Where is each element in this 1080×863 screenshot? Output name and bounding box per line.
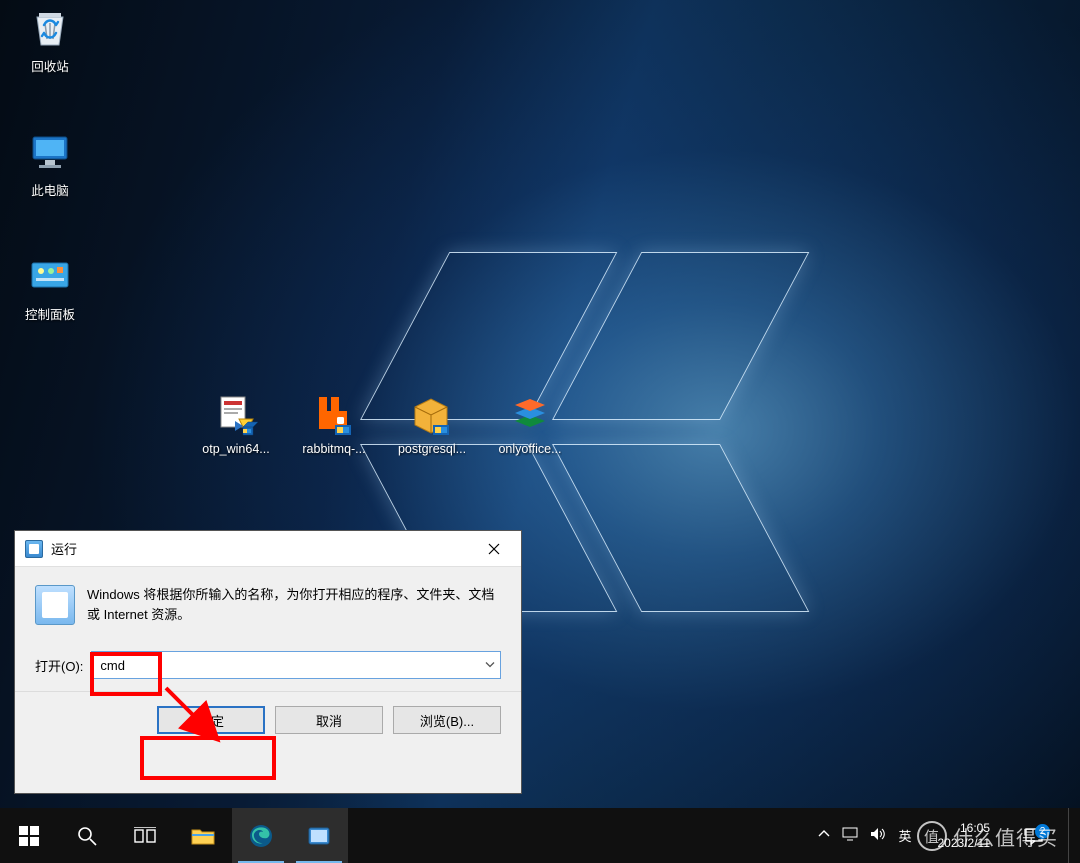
icon-label: postgresql... — [398, 442, 466, 456]
tray-volume-icon[interactable] — [870, 827, 886, 844]
start-button[interactable] — [0, 808, 58, 863]
desktop-icon-onlyoffice[interactable]: onlyoffice... — [484, 390, 576, 456]
icon-label: 此电脑 — [31, 180, 69, 199]
taskbar-app-run[interactable] — [290, 808, 348, 863]
icon-label: 控制面板 — [25, 304, 75, 323]
close-button[interactable] — [471, 534, 517, 564]
taskbar-clock[interactable]: 16:05 2023/2/11 — [928, 821, 1001, 851]
desktop-icon-rabbitmq[interactable]: rabbitmq-... — [288, 390, 380, 456]
cancel-button[interactable]: 取消 — [275, 706, 383, 734]
task-view-button[interactable] — [116, 808, 174, 863]
search-icon — [77, 826, 97, 846]
browse-button[interactable]: 浏览(B)... — [393, 706, 501, 734]
icon-label: otp_win64... — [202, 442, 269, 456]
search-button[interactable] — [58, 808, 116, 863]
installer-box-icon — [408, 390, 456, 438]
taskbar-app-explorer[interactable] — [174, 808, 232, 863]
task-view-icon — [134, 827, 156, 845]
edge-icon — [249, 824, 273, 848]
icon-label: onlyoffice... — [498, 442, 561, 456]
run-dialog-title: 运行 — [51, 539, 471, 558]
recycle-bin-icon — [26, 4, 74, 52]
desktop-icon-postgresql[interactable]: postgresql... — [386, 390, 478, 456]
control-panel-icon — [26, 252, 74, 300]
desktop-icon-this-pc[interactable]: 此电脑 — [4, 128, 96, 199]
taskbar: 英 16:05 2023/2/11 2 — [0, 808, 1080, 863]
taskbar-date: 2023/2/11 — [938, 836, 991, 851]
notifications-button[interactable]: 2 — [1010, 827, 1058, 845]
desktop-icon-recycle-bin[interactable]: 回收站 — [4, 4, 96, 75]
tray-ime-label[interactable]: 英 — [898, 826, 911, 845]
run-dialog-titlebar[interactable]: 运行 — [15, 531, 521, 567]
onlyoffice-icon — [506, 390, 554, 438]
icon-label: 回收站 — [31, 56, 69, 75]
run-open-input[interactable] — [91, 651, 501, 679]
tray-display-icon[interactable] — [842, 827, 858, 844]
run-app-icon — [308, 827, 330, 845]
notification-badge: 2 — [1035, 824, 1050, 839]
tray-chevron-up-icon[interactable] — [818, 828, 830, 843]
run-icon — [25, 540, 43, 558]
taskbar-app-edge[interactable] — [232, 808, 290, 863]
ok-button[interactable]: 确定 — [157, 706, 265, 734]
rabbitmq-icon — [310, 390, 358, 438]
desktop-icon-otp[interactable]: otp_win64... — [190, 390, 282, 456]
show-desktop-button[interactable] — [1068, 808, 1074, 863]
windows-logo-icon — [19, 826, 39, 846]
run-open-label: 打开(O): — [35, 656, 83, 675]
file-explorer-icon — [191, 826, 215, 846]
taskbar-time: 16:05 — [938, 821, 991, 836]
icon-label: rabbitmq-... — [302, 442, 365, 456]
installer-icon — [212, 390, 260, 438]
run-description: Windows 将根据你所输入的名称，为你打开相应的程序、文件夹、文档或 Int… — [87, 585, 501, 625]
run-large-icon — [35, 585, 75, 625]
desktop-icon-control-panel[interactable]: 控制面板 — [4, 252, 96, 323]
run-dialog: 运行 Windows 将根据你所输入的名称，为你打开相应的程序、文件夹、文档或 … — [14, 530, 522, 794]
this-pc-icon — [26, 128, 74, 176]
